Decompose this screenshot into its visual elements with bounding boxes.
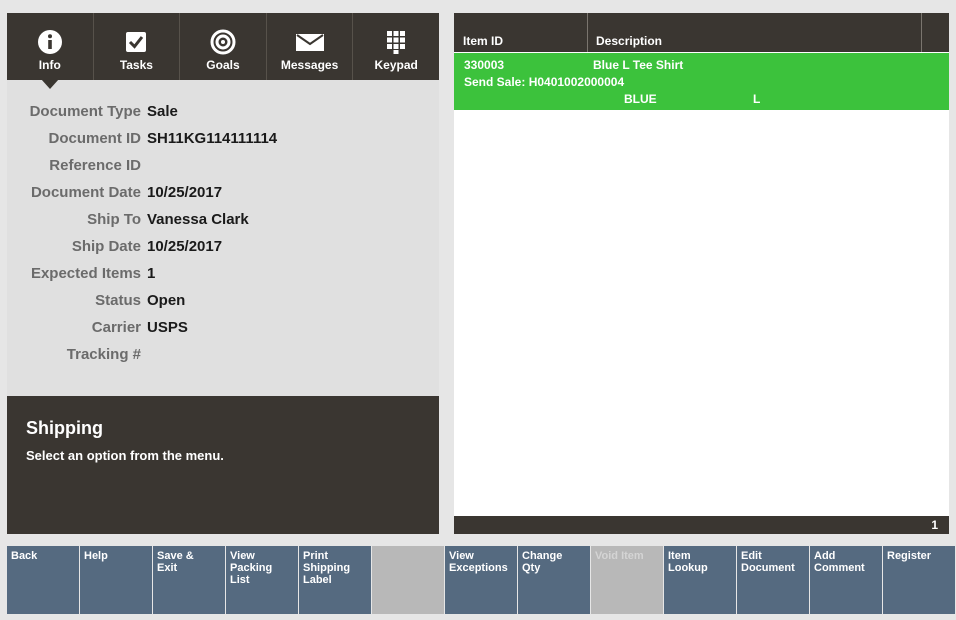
field-tracking: Tracking # [7,341,439,368]
view-packing-list-button[interactable]: View Packing List [226,546,298,614]
column-header-label: Item ID [463,34,504,48]
tab-messages-label: Messages [280,58,339,72]
tab-info-label: Info [38,58,61,72]
target-icon [210,29,236,55]
field-value: Open [147,292,186,309]
field-label: Tracking # [66,346,141,363]
field-status: Status Open [7,287,439,314]
function-button-bar: Back Help Save & Exit View Packing List … [7,546,955,614]
field-value: SH11KG114111114 [147,130,278,147]
change-qty-button[interactable]: Change Qty [518,546,590,614]
help-button[interactable]: Help [80,546,152,614]
field-carrier: Carrier USPS [7,314,439,341]
message-title: Shipping [26,418,103,438]
add-comment-button[interactable]: Add Comment [810,546,882,614]
field-value: 10/25/2017 [147,184,223,201]
row-size: L [753,92,761,106]
tab-tasks[interactable]: Tasks [94,13,181,80]
field-value: 10/25/2017 [147,238,223,255]
view-exceptions-button[interactable]: View Exceptions [445,546,517,614]
field-document-date: Document Date 10/25/2017 [7,179,439,206]
document-info-panel: Info Tasks Goals Messages Keypad Documen… [7,13,439,534]
tab-goals[interactable]: Goals [180,13,267,80]
message-box: Shipping Select an option from the menu. [7,396,439,534]
message-text: Select an option from the menu. [26,448,224,463]
field-expected-items: Expected Items 1 [7,260,439,287]
field-label: Expected Items [30,265,141,282]
field-document-type: Document Type Sale [7,98,439,125]
tab-goals-label: Goals [206,58,240,72]
field-label: Ship To [87,211,141,228]
field-label: Status [95,292,141,309]
void-item-button[interactable]: Void Item [591,546,663,614]
field-ship-to: Ship To Vanessa Clark [7,206,439,233]
column-header-item-id[interactable]: Item ID [454,13,588,52]
print-shipping-label-button[interactable]: Print Shipping Label [299,546,371,614]
tab-info[interactable]: Info [7,13,94,80]
field-value: 1 [147,265,156,282]
table-footer: 1 [454,516,949,534]
tab-tasks-label: Tasks [119,58,153,72]
table-header: Item ID Description [454,13,949,52]
info-icon [37,30,62,54]
tab-bar: Info Tasks Goals Messages Keypad [7,13,439,80]
field-label: Ship Date [71,238,141,255]
row-send-sale: Send Sale: H0401002000004 [464,75,625,89]
row-color: BLUE [624,92,657,106]
edit-document-button[interactable]: Edit Document [737,546,809,614]
table-row[interactable]: 330003 Blue L Tee Shirt Send Sale: H0401… [454,53,949,110]
field-value: Sale [147,103,178,120]
document-fields: Document Type Sale Document ID SH11KG114… [7,98,439,368]
row-description: Blue L Tee Shirt [593,58,684,72]
register-button[interactable]: Register [883,546,955,614]
item-lookup-button[interactable]: Item Lookup [664,546,736,614]
field-label: Document ID [48,130,141,147]
item-count: 1 [931,518,938,532]
item-list-panel: Item ID Description 330003 Blue L Tee Sh… [454,13,949,534]
tab-keypad[interactable]: Keypad [353,13,439,80]
field-label: Document Type [29,103,141,120]
field-reference-id: Reference ID [7,152,439,179]
envelope-icon [295,34,324,51]
tab-keypad-label: Keypad [374,58,418,72]
row-item-id: 330003 [464,58,505,72]
empty-button-slot [372,546,444,614]
tab-messages[interactable]: Messages [267,13,354,80]
field-value: USPS [147,319,188,336]
keypad-icon [387,31,406,54]
back-button[interactable]: Back [7,546,79,614]
field-label: Reference ID [49,157,141,174]
field-label: Carrier [91,319,141,336]
checkbox-icon [126,32,147,52]
column-header-description[interactable]: Description [587,13,922,52]
field-ship-date: Ship Date 10/25/2017 [7,233,439,260]
save-exit-button[interactable]: Save & Exit [153,546,225,614]
field-document-id: Document ID SH11KG114111114 [7,125,439,152]
field-value: Vanessa Clark [147,211,249,228]
column-header-label: Description [596,34,663,48]
field-label: Document Date [30,184,141,201]
